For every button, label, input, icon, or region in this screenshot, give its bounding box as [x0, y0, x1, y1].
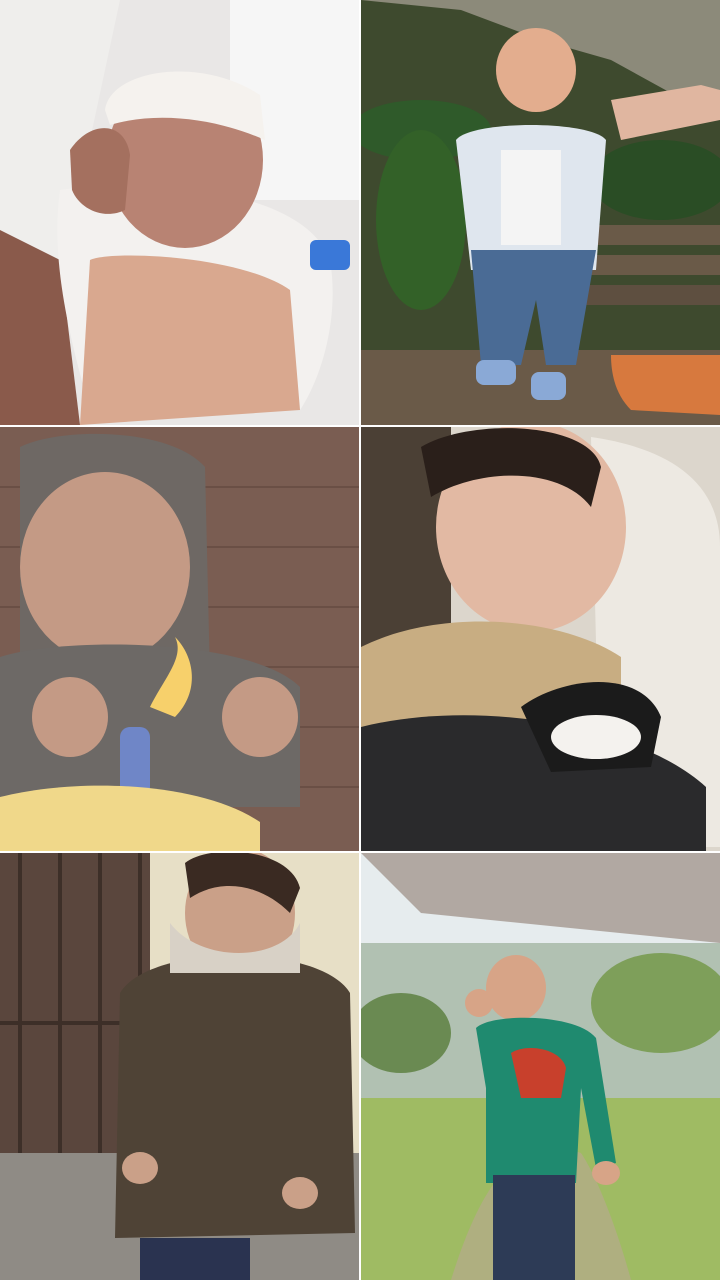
- photo-child-with-cat: [361, 427, 720, 851]
- photo-collage: [0, 0, 720, 1280]
- photo-boy-puffer-jacket: [0, 853, 359, 1280]
- photo-boy-green-hoodie: [361, 853, 720, 1280]
- photo-birthday-candle: [0, 427, 359, 851]
- photo-newborn: [0, 0, 359, 425]
- photo-toddler-bench: [361, 0, 720, 425]
